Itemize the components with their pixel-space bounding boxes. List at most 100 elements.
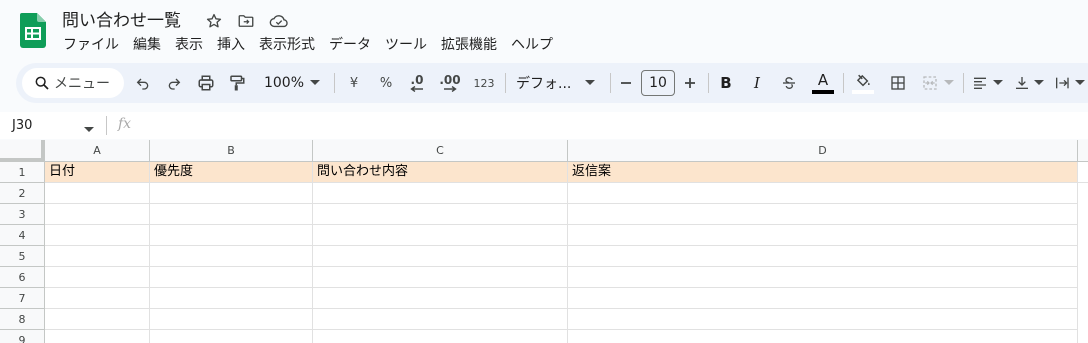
grid-cell[interactable] bbox=[568, 246, 1078, 267]
increase-font-size-icon[interactable] bbox=[680, 69, 700, 97]
menu-help[interactable]: ヘルプ bbox=[504, 34, 560, 56]
fill-color-icon[interactable] bbox=[851, 69, 875, 97]
number-format-button[interactable]: 123 bbox=[470, 69, 498, 97]
valign-chevron-down-icon[interactable] bbox=[1032, 69, 1046, 97]
column-header-b[interactable]: B bbox=[150, 140, 313, 162]
grid-cell[interactable] bbox=[568, 183, 1078, 204]
grid-cell[interactable] bbox=[313, 204, 568, 225]
sheets-logo-icon[interactable] bbox=[20, 13, 46, 48]
name-box-chevron-down-icon[interactable] bbox=[84, 118, 94, 137]
paint-format-icon[interactable] bbox=[226, 69, 248, 97]
bold-button[interactable]: B bbox=[715, 69, 737, 97]
decrease-decimal-button[interactable]: .0 bbox=[404, 69, 430, 97]
font-size-input[interactable]: 10 bbox=[641, 70, 675, 96]
text-color-button[interactable]: A bbox=[810, 69, 836, 97]
spreadsheet-grid[interactable]: A B C D 1 2 3 4 5 6 7 8 9 日付 優先度 問い合わせ内容… bbox=[0, 140, 1088, 343]
menu-extensions[interactable]: 拡張機能 bbox=[434, 34, 504, 56]
move-to-folder-icon[interactable] bbox=[235, 10, 257, 32]
grid-cell[interactable] bbox=[568, 288, 1078, 309]
zoom-select[interactable]: 100% bbox=[262, 69, 306, 97]
grid-cell[interactable] bbox=[45, 330, 150, 343]
row-header[interactable]: 5 bbox=[0, 246, 45, 267]
font-family-select[interactable]: デフォ... bbox=[516, 69, 576, 97]
strikethrough-icon[interactable] bbox=[778, 69, 800, 97]
star-icon[interactable] bbox=[203, 10, 225, 32]
grid-cell[interactable] bbox=[150, 225, 313, 246]
grid-cell[interactable] bbox=[568, 267, 1078, 288]
column-header-c[interactable]: C bbox=[313, 140, 568, 162]
grid-cell[interactable] bbox=[45, 267, 150, 288]
grid-cell[interactable] bbox=[313, 246, 568, 267]
row-header[interactable]: 6 bbox=[0, 267, 45, 288]
wrap-chevron-down-icon[interactable] bbox=[1073, 69, 1087, 97]
grid-cell[interactable] bbox=[150, 246, 313, 267]
row-header[interactable]: 3 bbox=[0, 204, 45, 225]
menu-edit[interactable]: 編集 bbox=[126, 34, 168, 56]
menu-data[interactable]: データ bbox=[322, 34, 378, 56]
grid-cell[interactable] bbox=[150, 288, 313, 309]
merge-chevron-down-icon[interactable] bbox=[942, 69, 956, 97]
row-header[interactable]: 9 bbox=[0, 330, 45, 343]
grid-cell[interactable] bbox=[313, 309, 568, 330]
grid-cell[interactable] bbox=[45, 309, 150, 330]
menu-search-box[interactable]: メニュー bbox=[22, 68, 124, 98]
text-wrap-icon[interactable] bbox=[1051, 69, 1073, 97]
align-chevron-down-icon[interactable] bbox=[991, 69, 1005, 97]
valign-bottom-icon[interactable] bbox=[1011, 69, 1033, 97]
grid-cell[interactable] bbox=[568, 204, 1078, 225]
document-title[interactable]: 問い合わせ一覧 bbox=[62, 9, 181, 33]
row-header[interactable]: 7 bbox=[0, 288, 45, 309]
grid-cell[interactable] bbox=[45, 225, 150, 246]
cloud-saved-icon[interactable] bbox=[268, 10, 290, 32]
menu-file[interactable]: ファイル bbox=[56, 34, 126, 56]
grid-cell[interactable] bbox=[568, 225, 1078, 246]
percent-button[interactable]: % bbox=[375, 69, 397, 97]
grid-cell[interactable] bbox=[45, 288, 150, 309]
row-header[interactable]: 8 bbox=[0, 309, 45, 330]
header-cell-inquiry[interactable]: 問い合わせ内容 bbox=[313, 162, 568, 183]
undo-icon[interactable] bbox=[132, 69, 154, 97]
header-cell-date[interactable]: 日付 bbox=[45, 162, 150, 183]
grid-cell[interactable] bbox=[313, 288, 568, 309]
grid-cell[interactable] bbox=[313, 225, 568, 246]
zoom-chevron-down-icon[interactable] bbox=[308, 69, 322, 97]
menu-insert[interactable]: 挿入 bbox=[210, 34, 252, 56]
decrease-font-size-icon[interactable] bbox=[616, 69, 636, 97]
menu-tools[interactable]: ツール bbox=[378, 34, 434, 56]
align-left-icon[interactable] bbox=[969, 69, 991, 97]
column-header-d[interactable]: D bbox=[568, 140, 1078, 162]
grid-cell[interactable] bbox=[150, 330, 313, 343]
grid-cell[interactable] bbox=[45, 204, 150, 225]
header-cell-priority[interactable]: 優先度 bbox=[150, 162, 313, 183]
grid-cell[interactable] bbox=[313, 183, 568, 204]
increase-decimal-button[interactable]: .00 bbox=[436, 69, 464, 97]
grid-cell[interactable] bbox=[568, 330, 1078, 343]
name-box[interactable]: J30 bbox=[12, 116, 32, 135]
select-all-corner[interactable] bbox=[0, 140, 45, 162]
merge-cells-icon[interactable] bbox=[919, 69, 941, 97]
redo-icon[interactable] bbox=[163, 69, 185, 97]
row-header[interactable]: 4 bbox=[0, 225, 45, 246]
header-cell-reply-draft[interactable]: 返信案 bbox=[568, 162, 1078, 183]
menu-format[interactable]: 表示形式 bbox=[252, 34, 322, 56]
row-header[interactable]: 1 bbox=[0, 162, 45, 183]
grid-cell[interactable] bbox=[150, 267, 313, 288]
grid-cell[interactable] bbox=[150, 183, 313, 204]
row-header[interactable]: 2 bbox=[0, 183, 45, 204]
grid-cell[interactable] bbox=[45, 246, 150, 267]
decrease-decimal-label: .0 bbox=[410, 73, 424, 87]
menu-view[interactable]: 表示 bbox=[168, 34, 210, 56]
currency-button[interactable]: ¥ bbox=[343, 69, 365, 97]
grid-cell[interactable] bbox=[150, 204, 313, 225]
borders-icon[interactable] bbox=[887, 69, 909, 97]
print-icon[interactable] bbox=[195, 69, 217, 97]
grid-cell[interactable] bbox=[568, 309, 1078, 330]
grid-cell[interactable] bbox=[150, 309, 313, 330]
grid-cell[interactable] bbox=[45, 183, 150, 204]
grid-cell[interactable] bbox=[313, 330, 568, 343]
column-header-a[interactable]: A bbox=[45, 140, 150, 162]
grid-cell[interactable] bbox=[313, 267, 568, 288]
font-chevron-down-icon[interactable] bbox=[583, 69, 597, 97]
italic-button[interactable]: I bbox=[746, 69, 768, 97]
grid-cell[interactable] bbox=[1078, 162, 1088, 183]
